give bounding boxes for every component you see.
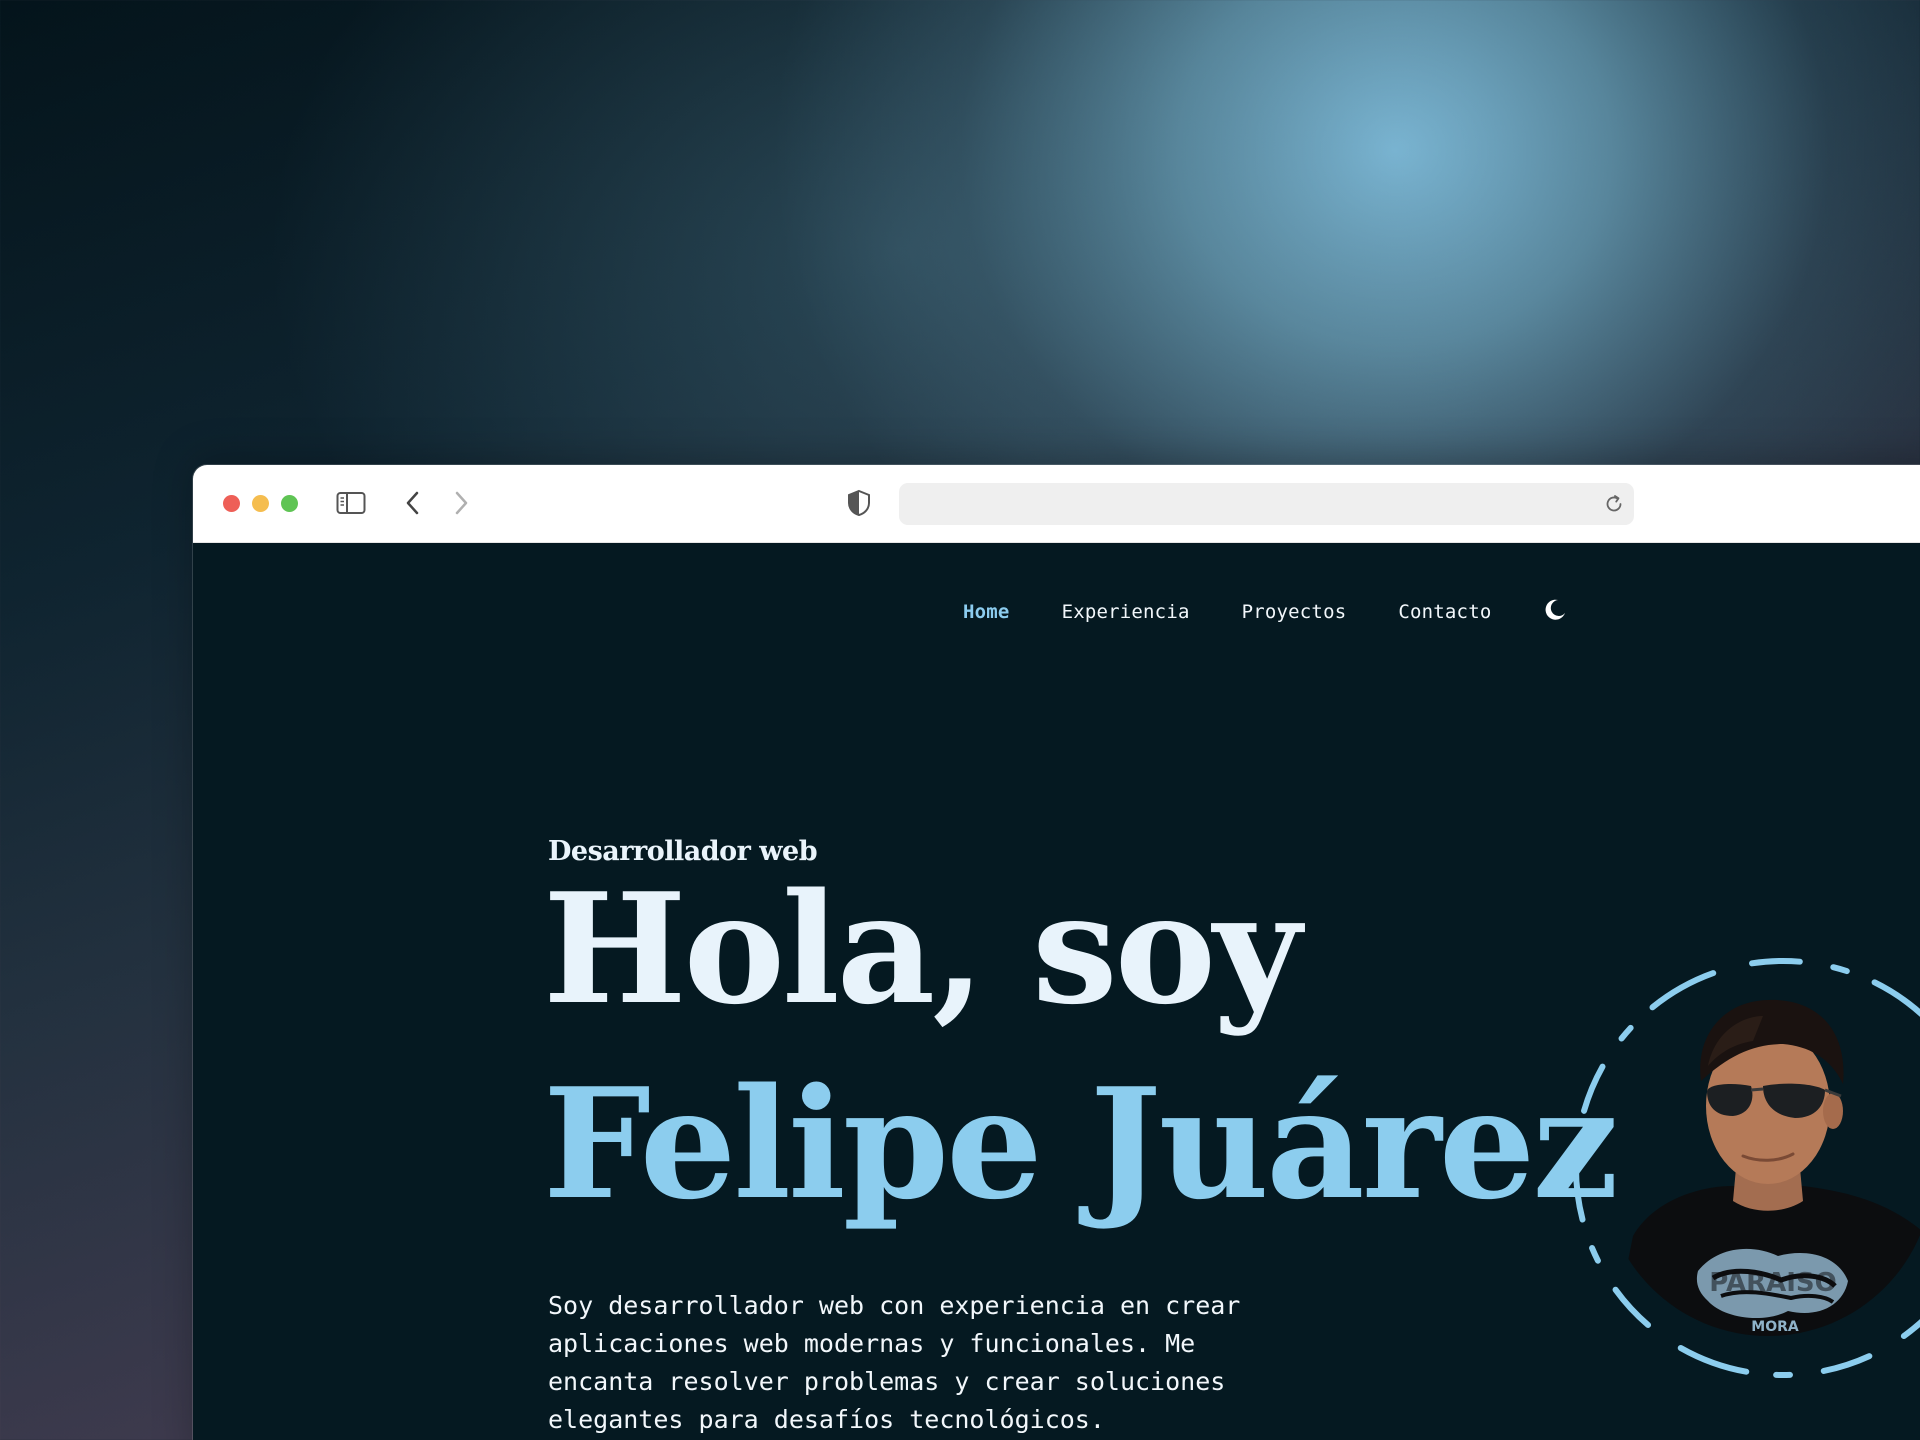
sidebar-icon[interactable]	[336, 491, 366, 515]
avatar: PARAISO MORA	[1548, 948, 1920, 1388]
minimize-window-button[interactable]	[252, 495, 269, 512]
nav-item-proyectos[interactable]: Proyectos	[1242, 601, 1347, 623]
moon-icon[interactable]	[1538, 593, 1572, 627]
main-nav: Home Experiencia Proyectos Contacto	[963, 601, 1543, 623]
profile-photo: PARAISO MORA	[1603, 986, 1920, 1336]
browser-toolbar	[193, 465, 1920, 543]
nav-item-home[interactable]: Home	[963, 601, 1010, 623]
portfolio-page: Home Experiencia Proyectos Contacto Desa…	[193, 543, 1920, 1440]
address-bar[interactable]	[899, 483, 1634, 525]
shirt-print-subtext: MORA	[1751, 1319, 1799, 1335]
nav-item-experiencia[interactable]: Experiencia	[1062, 601, 1190, 623]
nav-item-contacto[interactable]: Contacto	[1398, 601, 1491, 623]
chevron-left-icon[interactable]	[401, 489, 425, 517]
browser-window: Home Experiencia Proyectos Contacto Desa…	[193, 465, 1920, 1440]
chevron-right-icon[interactable]	[449, 489, 473, 517]
reload-icon[interactable]	[1602, 492, 1626, 516]
hero-name: Felipe Juárez	[543, 1054, 1619, 1233]
close-window-button[interactable]	[223, 495, 240, 512]
shirt-print-text: PARAISO	[1709, 1268, 1836, 1298]
hero-description: Soy desarrollador web con experiencia en…	[548, 1291, 1241, 1434]
shield-icon[interactable]	[846, 489, 872, 517]
hero-greeting: Hola, soy	[543, 859, 1301, 1038]
maximize-window-button[interactable]	[281, 495, 298, 512]
